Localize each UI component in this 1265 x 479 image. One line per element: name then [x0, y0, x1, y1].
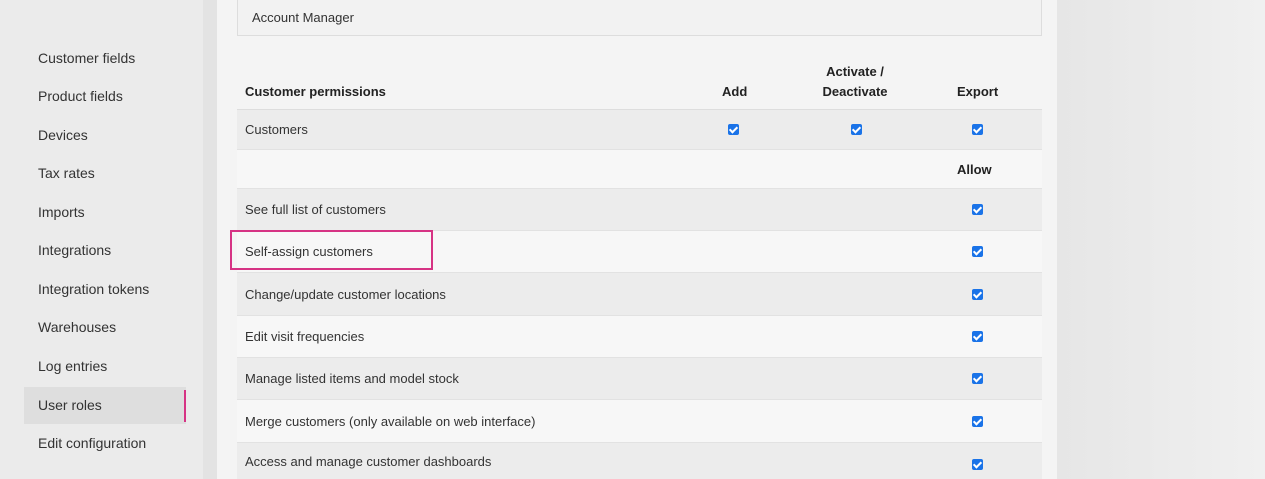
sidebar-item-label: User roles — [38, 397, 102, 413]
sidebar-item-label: Product fields — [38, 88, 123, 104]
column-header-export: Export — [957, 84, 999, 99]
sidebar-item-warehouses[interactable]: Warehouses — [24, 309, 186, 346]
sidebar-item-tax-rates[interactable]: Tax rates — [24, 155, 186, 192]
sidebar-item-integration-tokens[interactable]: Integration tokens — [24, 271, 186, 308]
active-indicator — [184, 390, 186, 422]
right-margin — [1057, 0, 1265, 479]
sidebar-item-user-roles[interactable]: User roles — [24, 387, 186, 424]
column-header-activate-line2: Deactivate — [822, 84, 888, 99]
checkbox-allow[interactable] — [972, 416, 983, 427]
checkbox-allow[interactable] — [972, 373, 983, 384]
sidebar-item-label: Edit configuration — [38, 435, 147, 451]
row-label: See full list of customers — [245, 202, 386, 217]
sidebar-item-label: Imports — [38, 204, 85, 220]
checkbox-allow[interactable] — [972, 289, 983, 300]
table-row: Edit visit frequencies — [237, 316, 1042, 358]
column-header-activate-line1: Activate / — [826, 64, 884, 79]
row-label: Change/update customer locations — [245, 286, 446, 302]
table-row: Merge customers (only available on web i… — [237, 400, 1042, 443]
sidebar-item-edit-configuration[interactable]: Edit configuration — [24, 425, 186, 462]
sidebar-item-log-entries[interactable]: Log entries — [24, 348, 186, 385]
sidebar-item-customer-fields[interactable]: Customer fields — [24, 40, 186, 77]
permissions-table-header: Customer permissions Add Activate / Deac… — [237, 62, 1042, 110]
sidebar-item-imports[interactable]: Imports — [24, 194, 186, 231]
column-header-permissions: Customer permissions — [245, 84, 386, 99]
checkbox-allow[interactable] — [972, 204, 983, 215]
highlight-box — [230, 230, 433, 270]
checkbox-customers-add[interactable] — [728, 124, 739, 135]
checkbox-allow[interactable] — [972, 331, 983, 342]
section-header-title: Account Manager — [252, 10, 354, 25]
checkbox-customers-activate[interactable] — [851, 124, 862, 135]
sidebar-divider — [203, 0, 217, 479]
sidebar-item-label: Tax rates — [38, 165, 95, 181]
settings-sidebar: Customer fields Product fields Devices T… — [0, 0, 203, 479]
column-header-add: Add — [722, 84, 748, 99]
checkbox-customers-export[interactable] — [972, 124, 983, 135]
sidebar-item-label: Integration tokens — [38, 281, 150, 297]
checkbox-allow[interactable] — [972, 459, 983, 470]
sidebar-item-integrations[interactable]: Integrations — [24, 232, 186, 269]
table-row-customers: Customers — [237, 110, 1042, 150]
sidebar-item-label: Warehouses — [38, 319, 117, 335]
checkbox-allow[interactable] — [972, 246, 983, 257]
row-label: Merge customers (only available on web i… — [245, 413, 536, 429]
row-label: Customers — [245, 122, 308, 137]
row-label: Access and manage customer dashboards — [245, 453, 492, 469]
sidebar-item-label: Log entries — [38, 358, 108, 374]
table-row: See full list of customers — [237, 189, 1042, 231]
sidebar-item-label: Customer fields — [38, 50, 136, 66]
row-label: Edit visit frequencies — [245, 329, 365, 344]
table-row: Change/update customer locations — [237, 273, 1042, 316]
table-row: Access and manage customer dashboards — [237, 443, 1042, 479]
sidebar-item-product-fields[interactable]: Product fields — [24, 78, 186, 115]
sidebar-item-label: Integrations — [38, 242, 112, 258]
row-label: Manage listed items and model stock — [245, 371, 459, 386]
allow-header-row: Allow — [237, 150, 1042, 189]
column-header-allow: Allow — [957, 162, 992, 177]
section-header: Account Manager — [237, 0, 1042, 36]
sidebar-item-devices[interactable]: Devices — [24, 117, 186, 154]
table-row: Manage listed items and model stock — [237, 358, 1042, 400]
sidebar-item-label: Devices — [38, 127, 88, 143]
